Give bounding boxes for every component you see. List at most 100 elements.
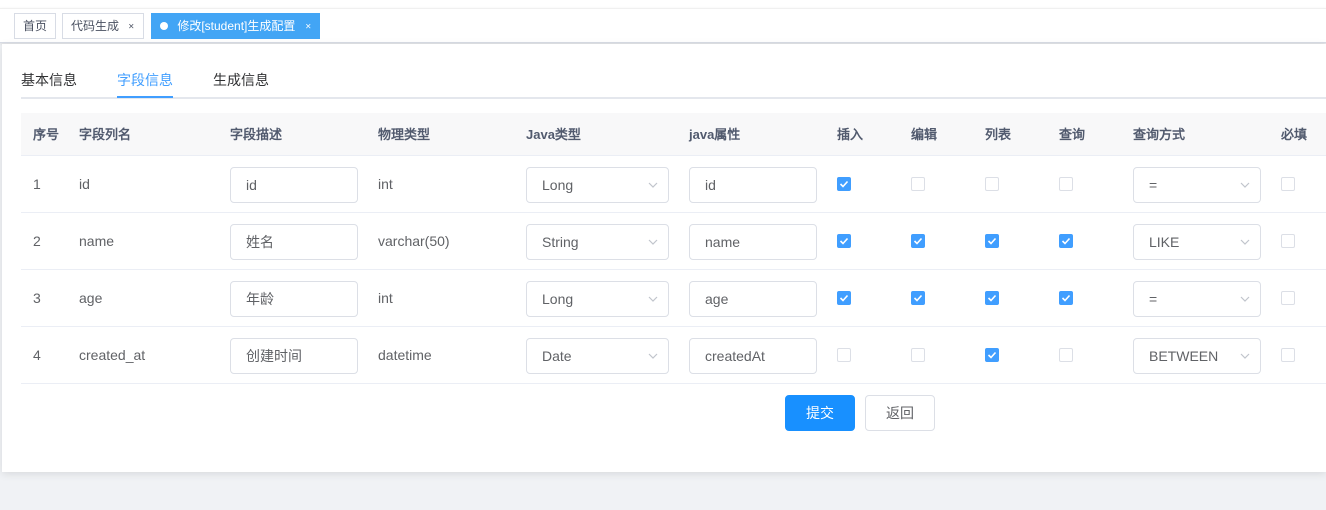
query-type-select[interactable]: = [1133, 167, 1261, 203]
dot-icon [160, 22, 168, 30]
check-icon [987, 294, 997, 302]
physical-type-cell: varchar(50) [378, 233, 450, 249]
tag-label: 修改[student]生成配置 [177, 19, 296, 33]
check-icon [987, 237, 997, 245]
required-checkbox[interactable] [1281, 234, 1295, 248]
required-checkbox[interactable] [1281, 177, 1295, 191]
tab-gen-info[interactable]: 生成信息 [213, 70, 269, 90]
table-body: 1 id int Long = 2 name varchar(50) String LIKE 3 ag… [21, 156, 1326, 384]
seq-cell: 1 [33, 176, 41, 192]
query-type-select[interactable]: = [1133, 281, 1261, 317]
chevron-down-icon [1240, 239, 1250, 245]
field-table: 序号 字段列名 字段描述 物理类型 Java类型 java属性 插入 编辑 列表… [21, 113, 1326, 384]
list-checkbox[interactable] [985, 234, 999, 248]
insert-checkbox[interactable] [837, 291, 851, 305]
description-input[interactable] [230, 338, 358, 374]
query-checkbox[interactable] [1059, 291, 1073, 305]
java-field-input[interactable] [689, 167, 817, 203]
java-type-value: String [542, 234, 579, 250]
col-column-name: 字段列名 [79, 127, 132, 142]
chevron-down-icon [648, 182, 658, 188]
description-input[interactable] [230, 167, 358, 203]
query-type-value: LIKE [1149, 234, 1180, 250]
tab-basic-info[interactable]: 基本信息 [21, 70, 77, 90]
tags-view-bar: 首页 代码生成 × 修改[student]生成配置 × [0, 8, 1326, 43]
insert-checkbox[interactable] [837, 177, 851, 191]
query-checkbox[interactable] [1059, 348, 1073, 362]
chevron-down-icon [1240, 182, 1250, 188]
edit-checkbox[interactable] [911, 177, 925, 191]
chevron-down-icon [648, 353, 658, 359]
query-type-select[interactable]: LIKE [1133, 224, 1261, 260]
chevron-down-icon [648, 239, 658, 245]
col-list: 列表 [985, 127, 1012, 142]
java-type-select[interactable]: Date [526, 338, 669, 374]
java-type-select[interactable]: Long [526, 281, 669, 317]
check-icon [839, 237, 849, 245]
table-row: 1 id int Long = [21, 156, 1326, 213]
tag-label: 代码生成 [71, 19, 120, 33]
check-icon [1061, 237, 1071, 245]
query-checkbox[interactable] [1059, 234, 1073, 248]
table-row: 2 name varchar(50) String LIKE [21, 213, 1326, 270]
col-description: 字段描述 [230, 127, 283, 142]
check-icon [987, 351, 997, 359]
list-checkbox[interactable] [985, 177, 999, 191]
list-checkbox[interactable] [985, 348, 999, 362]
col-java-type: Java类型 [526, 127, 581, 142]
close-icon[interactable]: × [129, 16, 135, 38]
edit-checkbox[interactable] [911, 291, 925, 305]
tag-code-gen[interactable]: 代码生成 × [62, 13, 144, 39]
tag-label: 首页 [23, 19, 48, 33]
insert-checkbox[interactable] [837, 348, 851, 362]
java-type-value: Long [542, 177, 574, 193]
col-seq: 序号 [33, 127, 60, 142]
col-edit: 编辑 [911, 127, 938, 142]
chevron-down-icon [648, 296, 658, 302]
chevron-down-icon [1240, 296, 1250, 302]
list-checkbox[interactable] [985, 291, 999, 305]
check-icon [913, 294, 923, 302]
check-icon [839, 294, 849, 302]
col-physical-type: 物理类型 [378, 127, 431, 142]
required-checkbox[interactable] [1281, 348, 1295, 362]
description-input[interactable] [230, 224, 358, 260]
java-field-input[interactable] [689, 338, 817, 374]
col-query-type: 查询方式 [1133, 127, 1186, 142]
column-name-cell: name [79, 233, 115, 249]
edit-checkbox[interactable] [911, 348, 925, 362]
seq-cell: 4 [33, 347, 41, 363]
close-icon[interactable]: × [305, 16, 311, 38]
table-row: 4 created_at datetime Date BETWEEN [21, 327, 1326, 384]
physical-type-cell: datetime [378, 347, 432, 363]
col-java-field: java属性 [689, 127, 741, 142]
java-field-input[interactable] [689, 224, 817, 260]
tab-field-info[interactable]: 字段信息 [117, 70, 173, 90]
query-type-value: BETWEEN [1149, 348, 1219, 364]
table-header: 序号 字段列名 字段描述 物理类型 Java类型 java属性 插入 编辑 列表… [21, 113, 1326, 156]
column-name-cell: created_at [79, 347, 146, 363]
java-type-value: Date [542, 348, 572, 364]
query-type-select[interactable]: BETWEEN [1133, 338, 1261, 374]
java-field-input[interactable] [689, 281, 817, 317]
check-icon [913, 237, 923, 245]
tag-home[interactable]: 首页 [14, 13, 57, 39]
col-query: 查询 [1059, 127, 1086, 142]
required-checkbox[interactable] [1281, 291, 1295, 305]
tab-active-indicator [117, 96, 173, 98]
query-type-value: = [1149, 291, 1158, 307]
submit-button[interactable]: 提交 [785, 395, 855, 431]
table-row: 3 age int Long = [21, 270, 1326, 327]
java-type-select[interactable]: String [526, 224, 669, 260]
physical-type-cell: int [378, 176, 393, 192]
tag-edit-config[interactable]: 修改[student]生成配置 × [151, 13, 321, 39]
query-checkbox[interactable] [1059, 177, 1073, 191]
col-required: 必填 [1281, 127, 1308, 142]
tabs-header: 基本信息 字段信息 生成信息 [21, 44, 1326, 99]
chevron-down-icon [1240, 353, 1250, 359]
description-input[interactable] [230, 281, 358, 317]
insert-checkbox[interactable] [837, 234, 851, 248]
java-type-select[interactable]: Long [526, 167, 669, 203]
edit-checkbox[interactable] [911, 234, 925, 248]
back-button[interactable]: 返回 [865, 395, 935, 431]
